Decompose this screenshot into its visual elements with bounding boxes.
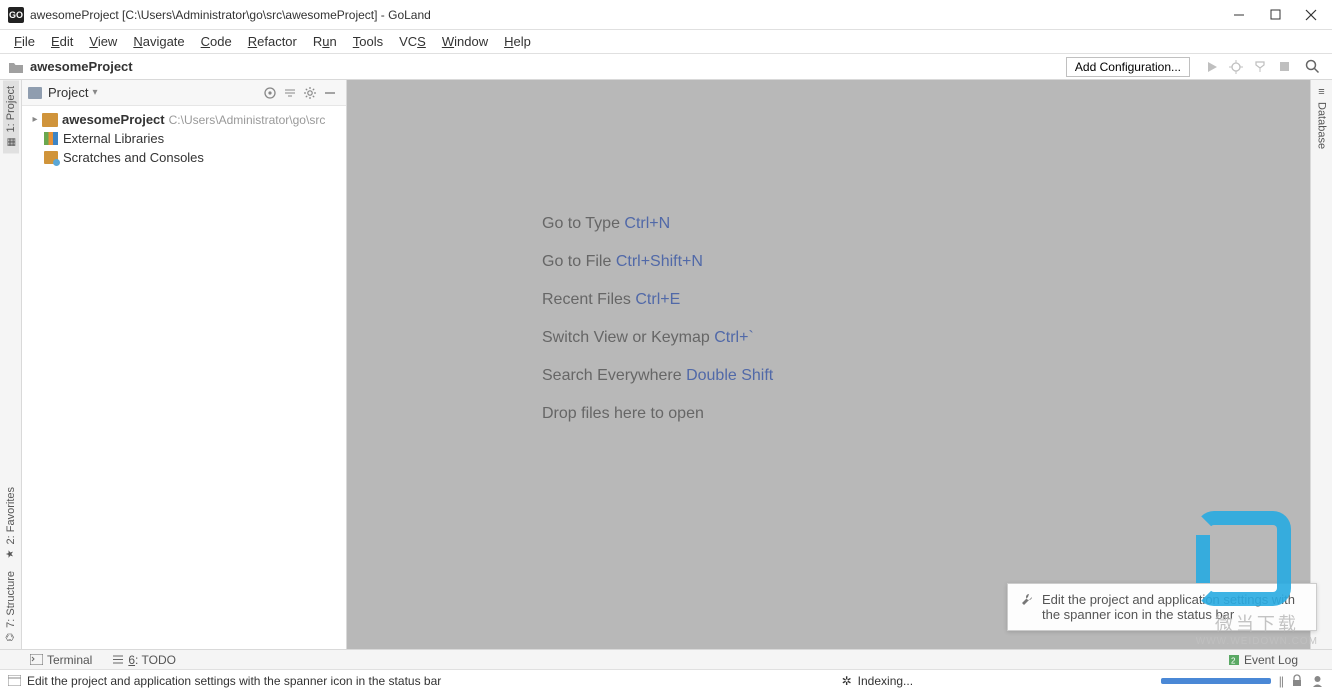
stop-button[interactable] bbox=[1274, 57, 1294, 77]
locate-button[interactable] bbox=[260, 83, 280, 103]
hint-recent-files: Recent Files Ctrl+E bbox=[542, 291, 773, 309]
project-header: Project ▾ bbox=[22, 80, 346, 106]
editor-hints: Go to Type Ctrl+N Go to File Ctrl+Shift+… bbox=[542, 215, 773, 443]
hint-switch-view: Switch View or Keymap Ctrl+` bbox=[542, 329, 773, 347]
indexing-label: Indexing... bbox=[858, 674, 913, 688]
wrench-icon bbox=[1020, 592, 1034, 622]
spinner-icon: ✲ bbox=[842, 674, 852, 688]
run-button[interactable] bbox=[1202, 57, 1222, 77]
hint-drop-files: Drop files here to open bbox=[542, 405, 773, 423]
hide-button[interactable] bbox=[320, 83, 340, 103]
minimize-button[interactable] bbox=[1232, 8, 1246, 22]
menu-help[interactable]: Help bbox=[496, 32, 539, 51]
menu-navigate[interactable]: Navigate bbox=[125, 32, 192, 51]
hector-icon[interactable] bbox=[1311, 674, 1324, 687]
right-tool-stripe: ≡Database bbox=[1310, 80, 1332, 649]
navigation-bar: awesomeProject Add Configuration... bbox=[0, 54, 1332, 80]
close-button[interactable] bbox=[1304, 8, 1318, 22]
add-configuration-button[interactable]: Add Configuration... bbox=[1066, 57, 1190, 77]
tab-favorites[interactable]: ★2: Favorites bbox=[3, 481, 19, 565]
hint-goto-file: Go to File Ctrl+Shift+N bbox=[542, 253, 773, 271]
status-center: ✲ Indexing... bbox=[594, 674, 1161, 688]
tab-event-log[interactable]: 2Event Log bbox=[1228, 653, 1298, 667]
tree-root[interactable]: ▸ awesomeProject C:\Users\Administrator\… bbox=[28, 110, 340, 129]
project-tree[interactable]: ▸ awesomeProject C:\Users\Administrator\… bbox=[22, 106, 346, 171]
menu-run[interactable]: Run bbox=[305, 32, 345, 51]
status-window-icon[interactable] bbox=[8, 675, 21, 686]
breadcrumb[interactable]: awesomeProject bbox=[30, 59, 133, 74]
lock-icon[interactable] bbox=[1291, 674, 1303, 687]
menu-file[interactable]: File bbox=[6, 32, 43, 51]
tree-scratches[interactable]: Scratches and Consoles bbox=[28, 148, 340, 167]
tree-external-libraries[interactable]: External Libraries bbox=[28, 129, 340, 148]
status-message: Edit the project and application setting… bbox=[27, 674, 594, 688]
menu-window[interactable]: Window bbox=[434, 32, 496, 51]
progress-bar bbox=[1161, 678, 1271, 684]
search-everywhere-button[interactable] bbox=[1302, 57, 1322, 77]
project-view-icon bbox=[28, 87, 42, 99]
tab-todo[interactable]: 6: TODO bbox=[112, 653, 176, 667]
libraries-icon bbox=[44, 132, 58, 145]
pause-icon[interactable]: || bbox=[1279, 674, 1283, 688]
window-title: awesomeProject [C:\Users\Administrator\g… bbox=[30, 8, 1232, 22]
debug-button[interactable] bbox=[1226, 57, 1246, 77]
folder-icon bbox=[8, 60, 24, 74]
menu-bar: File Edit View Navigate Code Refactor Ru… bbox=[0, 30, 1332, 54]
project-tool-window: Project ▾ ▸ awesomeProject C:\Users\Admi… bbox=[22, 80, 347, 649]
hint-goto-type: Go to Type Ctrl+N bbox=[542, 215, 773, 233]
tree-node-path: C:\Users\Administrator\go\src bbox=[169, 113, 326, 127]
editor-area[interactable]: Go to Type Ctrl+N Go to File Ctrl+Shift+… bbox=[347, 80, 1310, 649]
coverage-button[interactable] bbox=[1250, 57, 1270, 77]
menu-tools[interactable]: Tools bbox=[345, 32, 391, 51]
menu-code[interactable]: Code bbox=[193, 32, 240, 51]
tab-terminal[interactable]: Terminal bbox=[30, 653, 92, 667]
tab-database[interactable]: ≡Database bbox=[1314, 80, 1330, 155]
main-area: ▦1: Project ★2: Favorites ⌬7: Structure … bbox=[0, 80, 1332, 649]
tab-project[interactable]: ▦1: Project bbox=[3, 80, 19, 153]
chevron-down-icon[interactable]: ▾ bbox=[92, 87, 97, 98]
maximize-button[interactable] bbox=[1268, 8, 1282, 22]
menu-edit[interactable]: Edit bbox=[43, 32, 81, 51]
tooltip: Edit the project and application setting… bbox=[1007, 583, 1317, 631]
menu-vcs[interactable]: VCS bbox=[391, 32, 434, 51]
tab-structure[interactable]: ⌬7: Structure bbox=[3, 565, 19, 649]
settings-gear-icon[interactable] bbox=[300, 83, 320, 103]
app-icon: GO bbox=[8, 7, 24, 23]
tree-node-label: awesomeProject bbox=[62, 112, 165, 127]
tooltip-text: Edit the project and application setting… bbox=[1042, 592, 1304, 622]
bottom-tool-stripe: Terminal 6: TODO 2Event Log bbox=[0, 649, 1332, 669]
svg-text:2: 2 bbox=[1231, 656, 1236, 665]
project-view-label[interactable]: Project bbox=[48, 85, 88, 100]
collapse-all-button[interactable] bbox=[280, 83, 300, 103]
window-controls bbox=[1232, 8, 1318, 22]
folder-icon bbox=[42, 113, 58, 127]
menu-refactor[interactable]: Refactor bbox=[240, 32, 305, 51]
scratches-icon bbox=[44, 151, 58, 164]
tree-node-label: Scratches and Consoles bbox=[63, 150, 204, 165]
status-right: || bbox=[1161, 674, 1324, 688]
status-bar: Edit the project and application setting… bbox=[0, 669, 1332, 691]
left-tool-stripe: ▦1: Project ★2: Favorites ⌬7: Structure bbox=[0, 80, 22, 649]
title-bar: GO awesomeProject [C:\Users\Administrato… bbox=[0, 0, 1332, 30]
expand-arrow-icon[interactable]: ▸ bbox=[28, 114, 42, 125]
hint-search-everywhere: Search Everywhere Double Shift bbox=[542, 367, 773, 385]
tree-node-label: External Libraries bbox=[63, 131, 164, 146]
menu-view[interactable]: View bbox=[81, 32, 125, 51]
